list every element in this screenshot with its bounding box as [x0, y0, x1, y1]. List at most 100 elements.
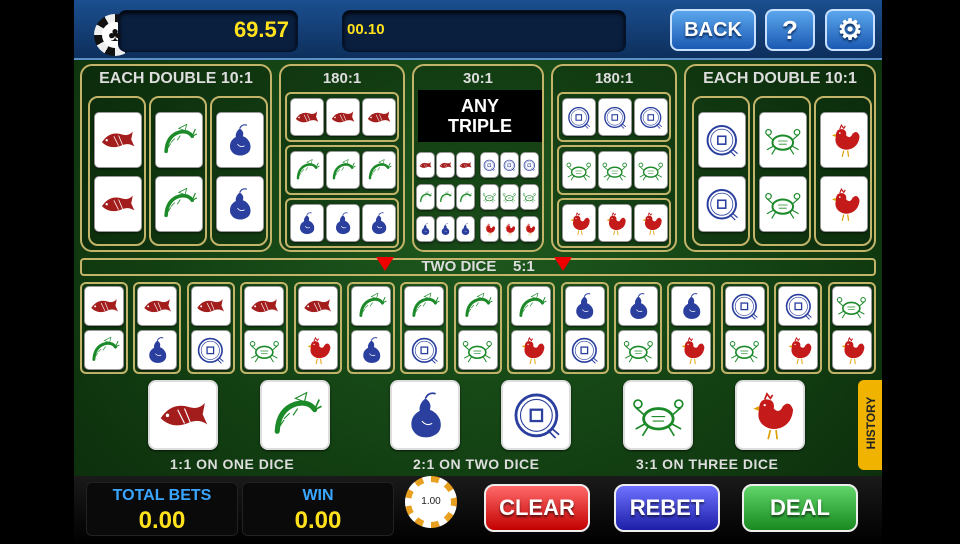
gourd-tile: [362, 204, 396, 242]
gourd-tile: [216, 112, 264, 168]
crab-icon: [602, 162, 628, 181]
left-double-fish[interactable]: [88, 96, 146, 246]
left-triple-shrimp[interactable]: [285, 145, 399, 195]
single-bet-shrimp[interactable]: [260, 380, 330, 450]
shrimp-tile: [84, 330, 124, 370]
shrimp-icon: [274, 391, 322, 434]
chip-selector[interactable]: 1.00: [405, 476, 457, 528]
back-button[interactable]: BACK: [670, 9, 756, 51]
coin-tile: [598, 98, 632, 136]
right-triples-title: 180:1: [594, 70, 634, 87]
right-double-coin[interactable]: [692, 96, 750, 246]
left-triples-panel: 180:1: [279, 64, 405, 252]
two-dice-fish-coin[interactable]: [186, 282, 235, 374]
gourd-icon: [362, 336, 380, 363]
coin-mini-tile: [500, 152, 519, 178]
rooster-tile: [634, 204, 668, 242]
coin-icon: [785, 293, 812, 320]
left-double-shrimp[interactable]: [149, 96, 207, 246]
two-dice-gourd-crab[interactable]: [614, 282, 662, 374]
shrimp-tile: [511, 286, 552, 326]
gourd-icon: [683, 292, 701, 319]
right-triple-coin[interactable]: [557, 92, 671, 142]
coin-tile: [698, 176, 746, 232]
rooster-mini-tile: [500, 216, 519, 242]
coin-icon: [523, 159, 536, 171]
fish-tile: [94, 112, 142, 168]
gourd-icon: [629, 292, 647, 319]
coin-tile: [724, 286, 765, 326]
fish-icon: [197, 298, 225, 312]
two-dice-crab-rooster[interactable]: [827, 282, 876, 374]
two-dice-shrimp-gourd[interactable]: [347, 282, 395, 374]
two-dice-fish-rooster[interactable]: [293, 282, 342, 374]
fish-icon: [304, 298, 332, 312]
gourd-mini-tile: [416, 216, 435, 242]
left-triple-gourd[interactable]: [285, 198, 399, 248]
shrimp-icon: [519, 292, 547, 317]
coin-icon: [706, 188, 739, 221]
two-dice-gourd-rooster[interactable]: [667, 282, 716, 374]
any-triple-panel[interactable]: 30:1 ANY TRIPLE: [412, 64, 544, 252]
deal-button[interactable]: DEAL: [742, 484, 858, 532]
shrimp-icon: [465, 292, 494, 317]
right-triple-crab[interactable]: [557, 145, 671, 195]
fish-tile: [297, 286, 338, 326]
crab-icon: [638, 162, 664, 181]
rooster-icon: [681, 336, 705, 364]
coin-mini-tile: [480, 152, 499, 178]
left-triple-fish[interactable]: [285, 92, 399, 142]
rooster-tile: [820, 112, 868, 168]
right-doubles-title: EACH DOUBLE 10:1: [703, 70, 857, 87]
coin-tile: [404, 330, 445, 370]
rooster-icon: [505, 223, 516, 236]
arrow-down-icon: [376, 257, 394, 271]
shrimp-icon: [296, 158, 320, 179]
coin-tile: [698, 112, 746, 168]
two-dice-fish-shrimp[interactable]: [80, 282, 128, 374]
two-dice-fish-crab[interactable]: [240, 282, 289, 374]
any-triple-odds: 30:1: [462, 70, 494, 87]
coin-icon: [568, 106, 591, 129]
bet-value: 00.10: [347, 21, 385, 38]
clear-button[interactable]: CLEAR: [484, 484, 590, 532]
two-dice-shrimp-coin[interactable]: [400, 282, 449, 374]
rooster-icon: [521, 336, 545, 364]
fish-tile: [84, 286, 124, 326]
two-dice-coin-rooster[interactable]: [774, 282, 823, 374]
settings-button[interactable]: ⚙: [825, 9, 875, 51]
caption-two-dice: 2:1 ON TWO DICE: [413, 456, 540, 472]
single-bet-coin[interactable]: [501, 380, 571, 450]
crab-icon: [730, 340, 760, 363]
fish-icon: [160, 402, 207, 425]
left-double-gourd[interactable]: [210, 96, 268, 246]
help-button[interactable]: ?: [765, 9, 815, 51]
gourd-icon: [461, 223, 470, 235]
single-bet-gourd[interactable]: [390, 380, 460, 450]
gourd-tile: [137, 330, 178, 370]
rooster-tile: [820, 176, 868, 232]
two-dice-shrimp-rooster[interactable]: [507, 282, 556, 374]
gourd-tile: [326, 204, 360, 242]
history-tab[interactable]: HISTORY: [858, 380, 882, 470]
single-bet-crab[interactable]: [623, 380, 693, 450]
fish-icon: [367, 110, 391, 122]
crab-tile: [724, 330, 765, 370]
rooster-tile: [671, 330, 712, 370]
right-double-rooster[interactable]: [814, 96, 872, 246]
right-triple-rooster[interactable]: [557, 198, 671, 248]
coin-icon: [732, 293, 759, 320]
rebet-button[interactable]: REBET: [614, 484, 720, 532]
two-dice-shrimp-crab[interactable]: [453, 282, 502, 374]
history-label: HISTORY: [864, 396, 878, 450]
shrimp-tile: [326, 151, 360, 189]
right-double-crab[interactable]: [753, 96, 811, 246]
single-bet-fish[interactable]: [148, 380, 218, 450]
two-dice-coin-crab[interactable]: [720, 282, 769, 374]
two-dice-gourd-coin[interactable]: [560, 282, 609, 374]
win-display: WIN 0.00: [242, 482, 394, 536]
shrimp-mini-tile: [416, 184, 435, 210]
gourd-tile: [351, 330, 391, 370]
two-dice-fish-gourd[interactable]: [133, 282, 182, 374]
single-bet-rooster[interactable]: [735, 380, 805, 450]
